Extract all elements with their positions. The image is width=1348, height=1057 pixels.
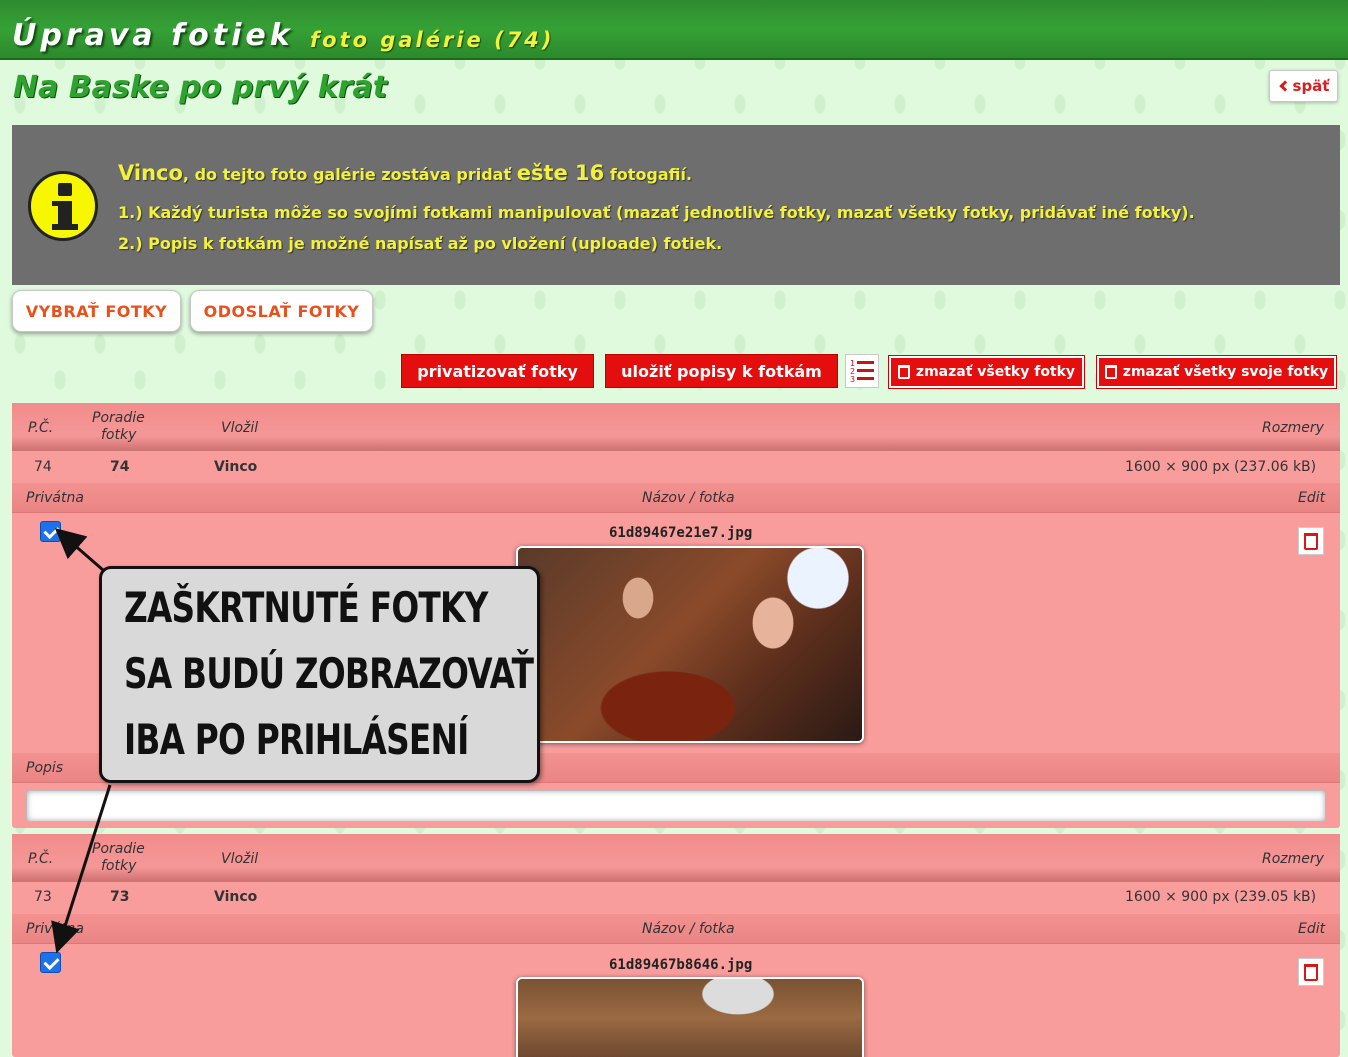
info-rule-1: 1.) Každý turista môže so svojími fotkam…	[118, 203, 1195, 222]
photo-pc: 74	[34, 459, 52, 475]
delete-photo-button[interactable]	[1298, 958, 1324, 986]
svg-text:3: 3	[850, 375, 855, 384]
trash-icon	[897, 365, 910, 379]
reorder-list-button[interactable]: 1 2 3	[845, 354, 879, 388]
send-photos-button[interactable]: ODOSLAŤ FOTKY	[190, 290, 373, 332]
info-user: Vinco	[118, 161, 183, 185]
trash-icon	[1304, 532, 1318, 550]
photo-filename: 61d89467b8646.jpg	[609, 957, 753, 973]
photo-subheader: Privátna Názov / fotka Edit	[12, 914, 1340, 944]
photo-dimensions: 1600 × 900 px (239.05 kB)	[1125, 889, 1317, 905]
numbered-list-icon: 1 2 3	[850, 359, 874, 384]
delete-photo-button[interactable]	[1298, 527, 1324, 555]
header-bar: Úprava fotiek foto galérie (74)	[0, 0, 1348, 60]
privatize-photos-button[interactable]: privatizovať fotky	[401, 354, 594, 388]
save-descriptions-button[interactable]: uložiť popisy k fotkám	[605, 354, 838, 388]
page-subtitle: foto galérie (74)	[310, 28, 555, 52]
delete-all-photos-button[interactable]: zmazať všetky fotky	[888, 355, 1085, 389]
photo-order: 73	[110, 889, 130, 905]
page-title: Úprava fotiek	[12, 18, 294, 53]
info-remaining-count: ešte 16	[516, 161, 605, 185]
photo-thumbnail[interactable]	[516, 977, 864, 1057]
photo-order: 74	[110, 459, 130, 475]
back-button[interactable]: späť	[1269, 70, 1338, 102]
info-icon	[28, 171, 98, 241]
photo-uploader: Vinco	[214, 889, 258, 905]
private-checkbox[interactable]	[40, 952, 61, 973]
private-checkbox[interactable]	[40, 521, 61, 542]
trash-icon	[1304, 963, 1318, 981]
photo-filename: 61d89467e21e7.jpg	[609, 525, 753, 541]
gallery-name: Na Baske po prvý krát	[13, 70, 388, 105]
photo-thumbnail[interactable]	[516, 546, 864, 743]
photo-dimensions: 1600 × 900 px (237.06 kB)	[1125, 459, 1317, 475]
photo-pc: 73	[34, 889, 52, 905]
photo-subheader: Privátna Názov / fotka Edit	[12, 483, 1340, 513]
select-photos-button[interactable]: VYBRAŤ FOTKY	[12, 290, 181, 332]
photo-uploader: Vinco	[214, 459, 258, 475]
photo-table-header: P.Č. Poradie fotky Vložil Rozmery	[12, 403, 1340, 451]
chevron-left-icon	[1278, 80, 1291, 92]
info-panel: Vinco, do tejto foto galérie zostáva pri…	[12, 125, 1340, 285]
photo-row: P.Č. Poradie fotky Vložil Rozmery 73 73 …	[12, 834, 1340, 1057]
delete-all-own-photos-button[interactable]: zmazať všetky svoje fotky	[1096, 355, 1337, 389]
annotation-callout: ZAŠKRTNUTÉ FOTKY SA BUDÚ ZOBRAZOVAŤ IBA …	[99, 566, 540, 783]
description-input[interactable]	[26, 790, 1326, 822]
photo-table-header: P.Č. Poradie fotky Vložil Rozmery	[12, 834, 1340, 882]
info-rule-2: 2.) Popis k fotkám je možné napísať až p…	[118, 234, 723, 253]
info-remaining: Vinco, do tejto foto galérie zostáva pri…	[118, 161, 693, 185]
back-button-label: späť	[1292, 77, 1330, 95]
trash-icon	[1104, 365, 1117, 379]
